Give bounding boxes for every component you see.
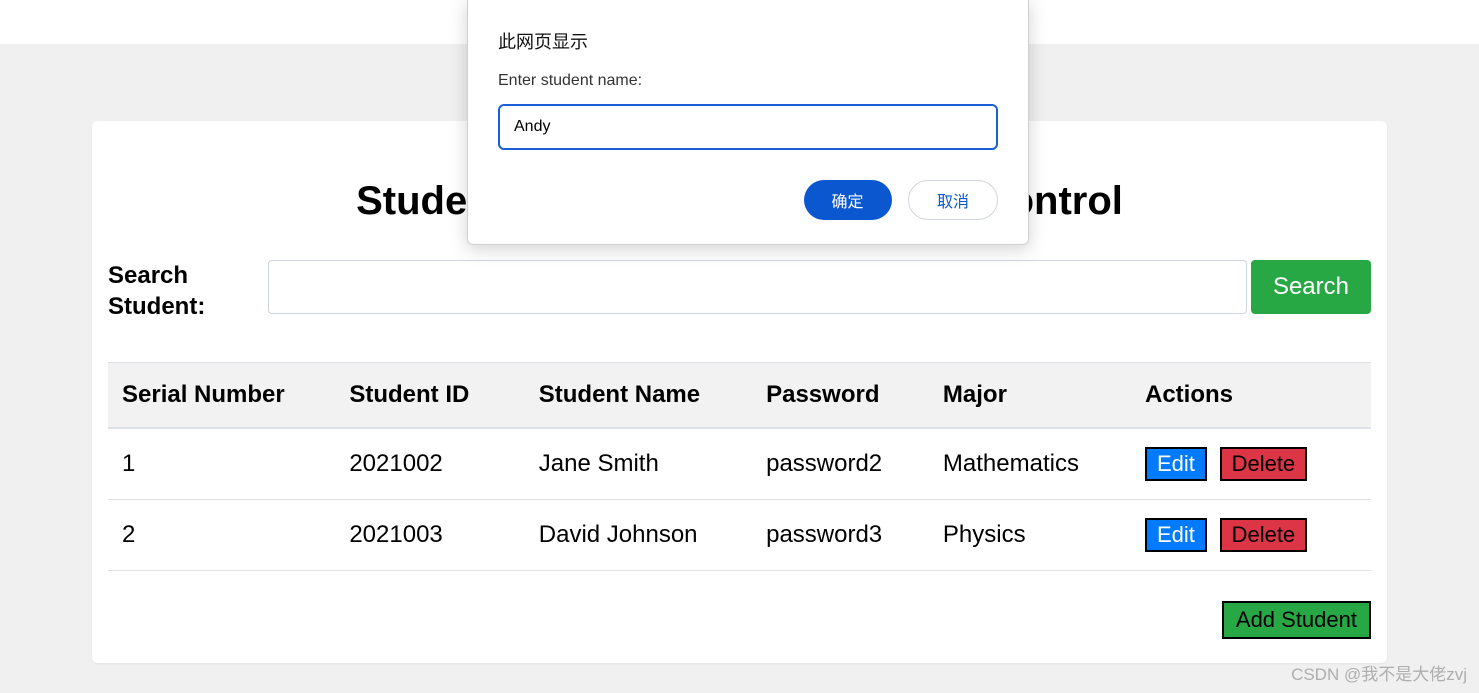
cell-password: password2 — [752, 428, 929, 500]
cell-actions: Edit Delete — [1131, 500, 1371, 571]
cell-major: Physics — [929, 500, 1131, 571]
header-actions: Actions — [1131, 363, 1371, 429]
cell-student-id: 2021002 — [335, 428, 524, 500]
cell-student-name: David Johnson — [525, 500, 752, 571]
dialog-actions: 确定 取消 — [498, 180, 998, 220]
dialog-prompt: Enter student name: — [498, 72, 998, 90]
table-row: 1 2021002 Jane Smith password2 Mathemati… — [108, 428, 1371, 500]
cell-serial: 2 — [108, 500, 335, 571]
search-button[interactable]: Search — [1251, 260, 1371, 314]
table-row: 2 2021003 David Johnson password3 Physic… — [108, 500, 1371, 571]
cell-serial: 1 — [108, 428, 335, 500]
cell-actions: Edit Delete — [1131, 428, 1371, 500]
header-password: Password — [752, 363, 929, 429]
cell-student-id: 2021003 — [335, 500, 524, 571]
students-table: Serial Number Student ID Student Name Pa… — [108, 362, 1371, 571]
header-student-id: Student ID — [335, 363, 524, 429]
watermark: CSDN @我不是大佬zvj — [1291, 660, 1467, 685]
delete-button[interactable]: Delete — [1220, 518, 1308, 552]
prompt-dialog: 此网页显示 Enter student name: 确定 取消 — [467, 0, 1029, 245]
dialog-header: 此网页显示 — [498, 28, 998, 54]
search-input[interactable] — [268, 260, 1247, 314]
header-serial: Serial Number — [108, 363, 335, 429]
cell-password: password3 — [752, 500, 929, 571]
cell-major: Mathematics — [929, 428, 1131, 500]
table-header-row: Serial Number Student ID Student Name Pa… — [108, 363, 1371, 429]
header-major: Major — [929, 363, 1131, 429]
dialog-cancel-button[interactable]: 取消 — [908, 180, 998, 220]
add-student-button[interactable]: Add Student — [1222, 601, 1371, 639]
add-row: Add Student — [108, 601, 1371, 639]
dialog-input[interactable] — [498, 104, 998, 150]
edit-button[interactable]: Edit — [1145, 447, 1207, 481]
search-label: Search Student: — [108, 260, 268, 322]
edit-button[interactable]: Edit — [1145, 518, 1207, 552]
delete-button[interactable]: Delete — [1220, 447, 1308, 481]
dialog-ok-button[interactable]: 确定 — [804, 180, 892, 220]
search-row: Search Student: Search — [108, 260, 1371, 322]
cell-student-name: Jane Smith — [525, 428, 752, 500]
header-student-name: Student Name — [525, 363, 752, 429]
